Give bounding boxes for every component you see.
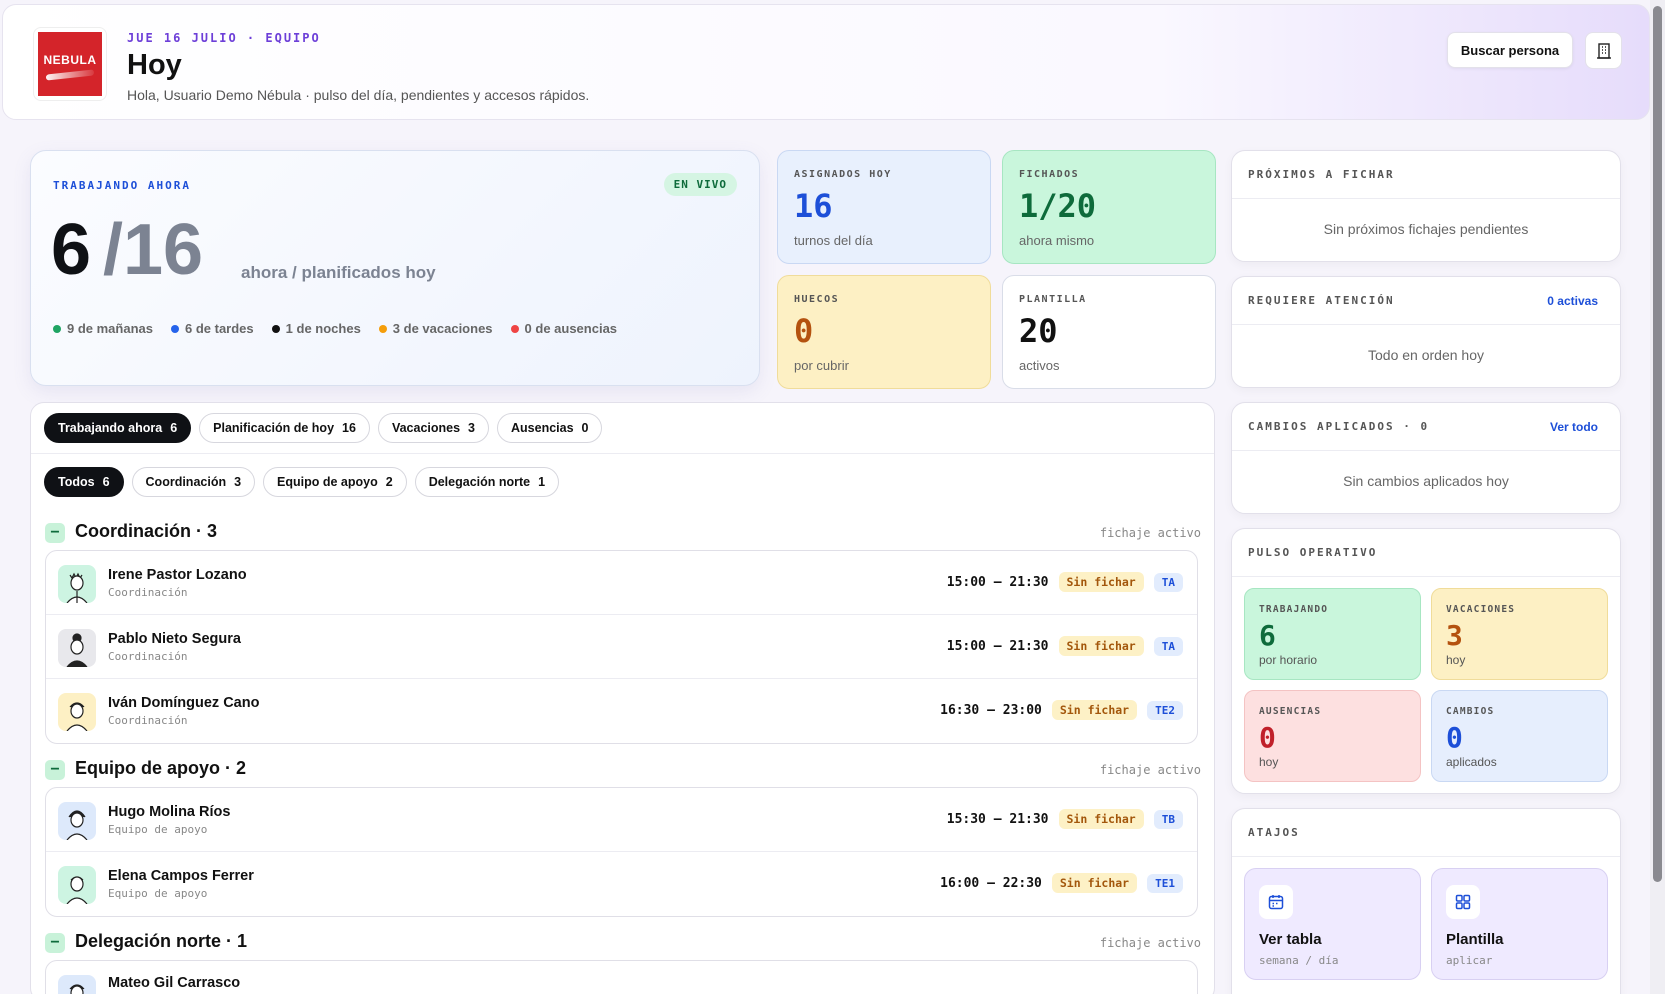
group-list-coordination: Irene Pastor Lozano Coordinación 15:00 –… (45, 550, 1198, 744)
pulse-absences[interactable]: AUSENCIAS 0 hoy (1244, 690, 1421, 782)
tab-working-now[interactable]: Trabajando ahora 6 (44, 413, 192, 443)
avatar (58, 693, 96, 731)
breakdown-mornings: 9 de mañanas (53, 321, 153, 336)
table-row[interactable]: Iván Domínguez Cano Coordinación 16:30 –… (46, 679, 1197, 743)
team-filters: Todos 6 Coordinación 3 Equipo de apoyo 2 De… (44, 467, 560, 497)
working-now-label: TRABAJANDO AHORA (53, 179, 191, 192)
tab-today-planning[interactable]: Planificación de hoy 16 (199, 413, 370, 443)
kpi-checked-in[interactable]: FICHADOS 1/20 ahora mismo (1002, 150, 1216, 264)
status-badge: Sin fichar (1058, 809, 1144, 829)
breakdown-absences: 0 de ausencias (510, 321, 617, 336)
next-empty-state: Sin próximos fichajes pendientes (1323, 221, 1529, 237)
next-to-check-in-card: PRÓXIMOS A FICHAR Sin próximos fichajes … (1231, 150, 1621, 262)
view-tabs: Trabajando ahora 6 Planificación de hoy 16… (44, 413, 603, 443)
shift-code-badge: TA (1153, 572, 1183, 592)
status-badge: Sin fichar (1051, 873, 1138, 893)
group-list-north-delegation: Mateo Gil Carrasco (45, 960, 1198, 994)
pulse-vacations[interactable]: VACACIONES 3 hoy (1431, 588, 1608, 680)
pulse-working[interactable]: TRABAJANDO 6 por horario (1244, 588, 1421, 680)
working-now-count: 6 (51, 210, 92, 290)
avatar (58, 802, 96, 840)
pulse-changes[interactable]: CAMBIOS 0 aplicados (1431, 690, 1608, 782)
shortcut-view-table[interactable]: Ver tabla semana / día (1244, 868, 1421, 980)
kpi-assigned[interactable]: ASIGNADOS HOY 16 turnos del día (777, 150, 991, 264)
group-header-coordination: − Coordinación · 3 fichaje activo (45, 520, 1201, 546)
filter-north-delegation[interactable]: Delegación norte 1 (414, 467, 560, 497)
kpi-gaps[interactable]: HUECOS 0 por cubrir (777, 275, 991, 389)
view-all-link[interactable]: Ver todo (1550, 420, 1598, 434)
building-icon (1596, 42, 1611, 59)
working-now-card: TRABAJANDO AHORA EN VIVO 6 /16 ahora / p… (30, 150, 760, 386)
calendar-icon (1268, 895, 1284, 910)
breakdown-nights: 1 de noches (271, 321, 361, 336)
collapse-toggle[interactable]: − (45, 933, 65, 953)
filter-coordination[interactable]: Coordinación 3 (131, 467, 256, 497)
grid-icon (1455, 894, 1471, 910)
table-row[interactable]: Elena Campos Ferrer Equipo de apoyo 16:0… (46, 852, 1197, 916)
avatar (58, 565, 96, 603)
people-panel: Trabajando ahora 6 Planificación de hoy 16… (30, 402, 1215, 994)
live-badge: EN VIVO (663, 173, 737, 196)
page-subtitle: Hola, Usuario Demo Nébula · pulso del dí… (127, 87, 590, 103)
filter-all[interactable]: Todos 6 (44, 467, 124, 497)
group-header-support-team: − Equipo de apoyo · 2 fichaje activo (45, 757, 1201, 783)
scrollbar-thumb[interactable] (1653, 6, 1662, 882)
avatar (58, 975, 96, 994)
collapse-toggle[interactable]: − (45, 523, 65, 543)
attention-empty-state: Todo en orden hoy (1368, 347, 1484, 363)
table-row[interactable]: Pablo Nieto Segura Coordinación 15:00 – … (46, 615, 1197, 679)
requires-attention-card: REQUIERE ATENCIÓN 0 activas Todo en orden… (1231, 276, 1621, 388)
collapse-toggle[interactable]: − (45, 760, 65, 780)
avatar (58, 866, 96, 904)
changes-empty-state: Sin cambios aplicados hoy (1343, 473, 1509, 489)
page-title: Hoy (127, 49, 182, 81)
shift-code-badge: TE2 (1147, 700, 1183, 720)
status-badge: Sin fichar (1051, 700, 1138, 720)
tab-absences[interactable]: Ausencias 0 (497, 413, 603, 443)
shortcut-staff[interactable]: Plantilla aplicar (1431, 868, 1608, 980)
operational-pulse-card: PULSO OPERATIVO TRABAJANDO 6 por horario… (1231, 528, 1621, 794)
working-caption: ahora / planificados hoy (241, 263, 436, 282)
shift-code-badge: TA (1153, 636, 1183, 656)
company-logo: NEBULA (33, 27, 107, 101)
shift-code-badge: TE1 (1147, 873, 1183, 893)
logo-text: NEBULA (43, 53, 97, 67)
attention-active-link[interactable]: 0 activas (1547, 294, 1598, 308)
breakdown-vacations: 3 de vacaciones (378, 321, 493, 336)
group-header-north-delegation: − Delegación norte · 1 fichaje activo (45, 930, 1201, 956)
page-scrollbar[interactable] (1650, 0, 1665, 994)
status-badge: Sin fichar (1058, 572, 1144, 592)
breakdown-afternoons: 6 de tardes (171, 321, 254, 336)
tab-vacations[interactable]: Vacaciones 3 (377, 413, 489, 443)
date-eyebrow: JUE 16 JULIO · EQUIPO (127, 31, 321, 45)
search-person-button[interactable]: Buscar persona (1447, 32, 1573, 68)
planned-count: /16 (103, 210, 204, 290)
building-button[interactable] (1585, 32, 1622, 69)
table-row[interactable]: Hugo Molina Ríos Equipo de apoyo 15:30 –… (46, 788, 1197, 852)
avatar (58, 629, 96, 667)
kpi-staff[interactable]: PLANTILLA 20 activos (1002, 275, 1216, 389)
group-list-support-team: Hugo Molina Ríos Equipo de apoyo 15:30 –… (45, 787, 1198, 917)
table-row[interactable]: Irene Pastor Lozano Coordinación 15:00 –… (46, 551, 1197, 615)
shift-breakdown: 9 de mañanas 6 de tardes 1 de noches 3 d… (53, 321, 617, 336)
applied-changes-card: CAMBIOS APLICADOS · 0 Ver todo Sin cambio… (1231, 402, 1621, 514)
page-header: NEBULA JUE 16 JULIO · EQUIPO Hoy Hola, U… (2, 4, 1650, 120)
status-badge: Sin fichar (1058, 636, 1144, 656)
filter-support-team[interactable]: Equipo de apoyo 2 (263, 467, 407, 497)
table-row[interactable]: Mateo Gil Carrasco (46, 961, 1197, 994)
shortcuts-card: ATAJOS Ver tabla semana / día Plantilla … (1231, 808, 1621, 994)
shift-code-badge: TB (1153, 809, 1183, 829)
